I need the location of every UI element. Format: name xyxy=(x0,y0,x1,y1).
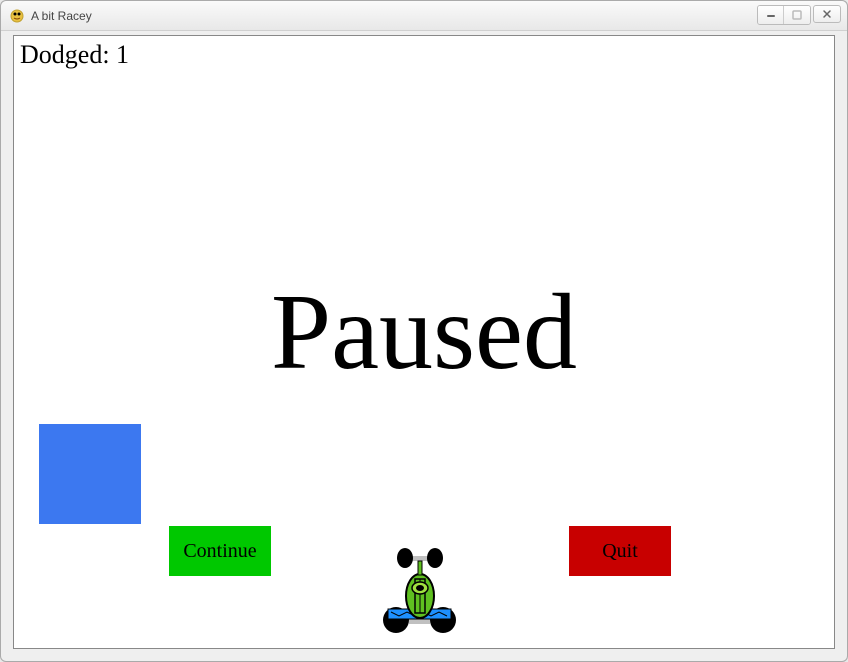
maximize-button[interactable] xyxy=(784,6,810,24)
quit-button[interactable]: Quit xyxy=(569,526,671,576)
game-area: Dodged: 1 Paused Continue Quit xyxy=(13,35,835,649)
score-text: Dodged: 1 xyxy=(20,40,129,70)
app-icon xyxy=(9,8,25,24)
window-controls xyxy=(757,5,841,25)
car-sprite xyxy=(383,544,456,636)
continue-button[interactable]: Continue xyxy=(169,526,271,576)
window-title: A bit Racey xyxy=(31,9,92,23)
title-bar: A bit Racey xyxy=(1,1,847,31)
minimize-button[interactable] xyxy=(758,6,784,24)
obstacle-block xyxy=(39,424,141,524)
window-frame: A bit Racey Dodged: 1 Paused Continue Qu… xyxy=(0,0,848,662)
quit-label: Quit xyxy=(602,540,638,563)
paused-title: Paused xyxy=(271,271,577,395)
continue-label: Continue xyxy=(183,540,256,563)
close-button[interactable] xyxy=(813,5,841,23)
